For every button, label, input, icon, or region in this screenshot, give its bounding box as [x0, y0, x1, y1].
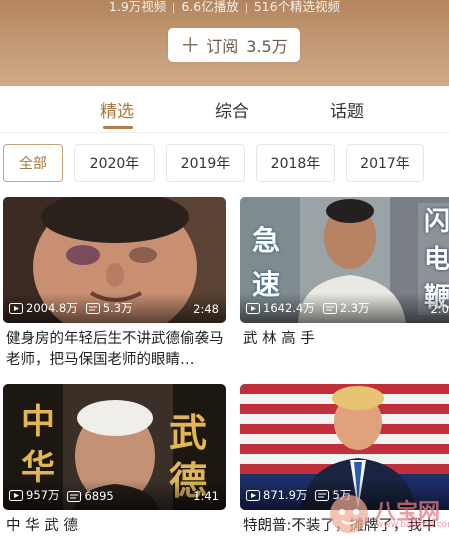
thumbnail-caption: 中 [21, 402, 55, 442]
plus-icon: ＋ [180, 33, 201, 57]
filter-2017[interactable]: 2017年 [346, 144, 424, 182]
comment-count-icon [322, 302, 337, 314]
filter-2020[interactable]: 2020年 [74, 144, 155, 182]
video-title[interactable]: 武 林 高 手 [243, 329, 448, 350]
video-card[interactable]: 急 速 闪 电 鞭 1642.4万 2.3万 2:0 武 林 高 手 [240, 197, 449, 377]
year-filter-bar: 全部 2020年 2019年 2018年 2017年 [0, 144, 449, 184]
video-stats-overlay: 1642.4万 2.3万 2:0 [240, 293, 449, 323]
play-count: 957万 [26, 488, 60, 502]
play-count-icon [246, 302, 260, 314]
watermark-mascot-icon [330, 495, 368, 533]
video-duration: 2:48 [193, 302, 219, 316]
channel-header: 1.9万视频 6.6亿播放 516个精选视频 ＋ 订阅 3.5万 [0, 0, 449, 86]
video-title[interactable]: 中 华 武 德 [6, 516, 228, 537]
thumbnail-caption: 闪 [424, 207, 449, 237]
play-count: 6.6亿播放 [181, 0, 239, 14]
thumbnail-caption: 武 [169, 411, 208, 455]
play-count-icon [9, 302, 23, 314]
filter-all[interactable]: 全部 [3, 144, 63, 182]
thumbnail-caption: 急 [252, 224, 281, 257]
comment-count-icon [85, 302, 100, 314]
play-count: 1642.4万 [263, 301, 315, 315]
filter-2019[interactable]: 2019年 [166, 144, 245, 182]
play-count-icon [9, 489, 23, 501]
comment-count-icon [67, 490, 82, 502]
watermark-url: www.baqima.com [376, 520, 449, 530]
video-duration: 2:0 [430, 302, 449, 316]
active-tab-indicator [103, 126, 133, 129]
video-stats-overlay: 957万 6895 1:41 [3, 480, 226, 510]
video-thumbnail[interactable]: 急 速 闪 电 鞭 1642.4万 2.3万 2:0 [240, 197, 449, 323]
thumbnail-caption: 电 [424, 245, 449, 275]
video-count: 1.9万视频 [108, 0, 167, 14]
play-count-icon [246, 489, 260, 501]
tab-bar: 精选 综合 话题 [0, 86, 449, 133]
channel-stats: 1.9万视频 6.6亿播放 516个精选视频 [0, 0, 449, 15]
play-count: 871.9万 [263, 488, 308, 502]
subscriber-count: 3.5万 [246, 37, 288, 56]
stats-divider [245, 2, 247, 13]
comment-count: 6895 [84, 489, 114, 503]
tab-featured[interactable]: 精选 [100, 97, 134, 122]
subscribe-button[interactable]: ＋ 订阅 3.5万 [168, 28, 300, 62]
play-count: 2004.8万 [26, 301, 78, 315]
subscribe-label: 订阅 [206, 37, 239, 56]
video-thumbnail[interactable]: 2004.8万 5.3万 2:48 [3, 197, 226, 323]
comment-count: 5.3万 [102, 301, 133, 315]
filter-2018[interactable]: 2018年 [256, 144, 335, 182]
video-title[interactable]: 健身房的年轻后生不讲武德偷袭马老师，把马保国老师的眼睛… [6, 329, 228, 371]
featured-count: 516个精选视频 [253, 0, 341, 14]
comment-count: 2.3万 [339, 301, 370, 315]
video-thumbnail[interactable]: 中 华 武 德 957万 6895 1:41 [3, 384, 226, 510]
tab-topics[interactable]: 话题 [330, 97, 364, 122]
stats-divider [173, 2, 175, 13]
video-card[interactable]: 中 华 武 德 957万 6895 1:41 中 华 武 德 [3, 384, 226, 538]
video-stats-overlay: 2004.8万 5.3万 2:48 [3, 293, 226, 323]
site-watermark: 八宝网 www.baqima.com [322, 490, 449, 536]
video-card[interactable]: 2004.8万 5.3万 2:48 健身房的年轻后生不讲武德偷袭马老师，把马保国… [3, 197, 226, 377]
tab-general[interactable]: 综合 [215, 97, 249, 122]
video-duration: 1:41 [193, 489, 219, 503]
